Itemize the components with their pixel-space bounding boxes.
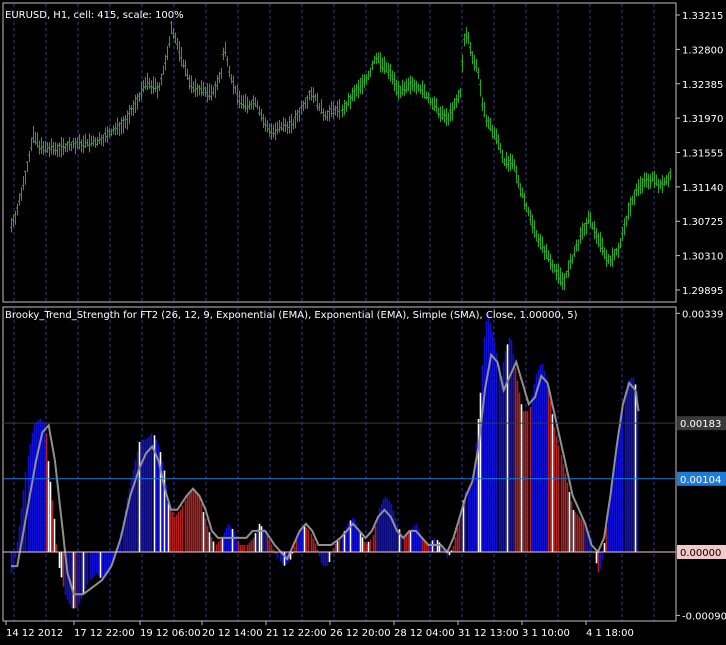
marker-label: 0.00183 (680, 419, 721, 430)
chart-window: 1.33215 1.32800 1.32385 1.31970 1.31555 1.311… (0, 0, 726, 641)
time-label: 14 12 2012 (6, 628, 63, 639)
price-tick-label: 1.33215 (682, 11, 723, 22)
time-axis: 14 12 2012 17 12 22:00 19 12 06:00 20 12 14… (5, 621, 634, 639)
indicator-tick-label: 0.00339 (682, 309, 723, 320)
time-label: 3 1 10:00 (522, 628, 570, 639)
indicator-panel-header: Brooky_Trend_Strength for FT2 (26, 12, 9… (5, 310, 578, 321)
price-tick-label: 1.31555 (682, 149, 723, 160)
price-tick-label: 1.30310 (682, 252, 723, 263)
marker-label: 0.00104 (680, 475, 721, 486)
marker-label: 0.00000 (680, 548, 721, 559)
indicator-histogram (10, 313, 639, 609)
price-tick-label: 1.29895 (682, 286, 723, 297)
time-label: 28 12 04:00 (394, 628, 455, 639)
indicator-tick-label: -0.00090 (682, 611, 726, 622)
price-tick-label: 1.31970 (682, 114, 723, 125)
price-panel (2, 2, 677, 303)
indicator-axis: 0.00339 -0.00090 (676, 309, 726, 622)
price-axis: 1.33215 1.32800 1.32385 1.31970 1.31555 1.311… (676, 11, 723, 297)
price-panel-header: EURUSD, H1, cell: 415, scale: 100% (5, 10, 184, 21)
time-label: 20 12 14:00 (202, 628, 263, 639)
price-candles (10, 20, 671, 291)
price-tick-label: 1.31140 (682, 183, 723, 194)
price-tick-label: 1.32385 (682, 80, 723, 91)
time-label: 19 12 06:00 (140, 628, 201, 639)
time-label: 21 12 22:00 (266, 628, 327, 639)
time-label: 4 1 18:00 (586, 628, 634, 639)
time-label: 17 12 22:00 (74, 628, 135, 639)
chart-canvas: 1.33215 1.32800 1.32385 1.31970 1.31555 1.311… (2, 2, 726, 639)
price-tick-label: 1.30725 (682, 217, 723, 228)
price-frame (2, 2, 677, 303)
time-label: 26 12 20:00 (330, 628, 391, 639)
price-tick-label: 1.32800 (682, 45, 723, 56)
time-label: 31 12 13:00 (458, 628, 519, 639)
